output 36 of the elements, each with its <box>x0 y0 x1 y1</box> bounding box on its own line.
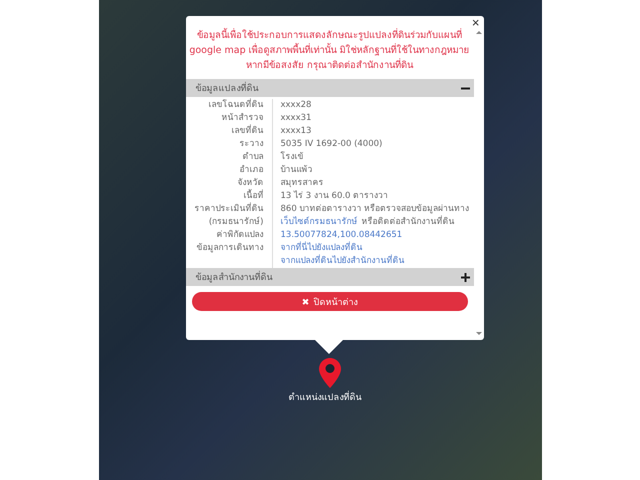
field-label: เลขโฉนดที่ดิน <box>186 99 272 112</box>
field-label: อำเภอ <box>186 164 272 177</box>
field-label: ระวาง <box>186 138 272 151</box>
plus-icon <box>460 272 470 282</box>
field-value: หรือติดต่อสำนักงานที่ดิน <box>362 216 454 229</box>
close-window-button[interactable]: ✖ ปิดหน้าต่าง <box>192 292 468 311</box>
field-value: xxxx28 <box>280 99 312 112</box>
notice-text: ข้อมูลนี้เพื่อใช้ประกอบการแสดงลักษณะรูปแปลงที่ดินร่วมกับแผนที่ google map เพื่อดูสภาพพื้นที่เท่านั้น มิใช่หลักฐานที่ใช้ในทางกฎหมาย หากมีข้อสงสัย กรุณาติดต่อสำนักงานที่ดิน <box>188 28 471 73</box>
section-header[interactable]: ข้อมูลแปลงที่ดิน <box>186 79 474 97</box>
link[interactable]: จากแปลงที่ดินไปยังสำนักงานที่ดิน <box>280 255 404 268</box>
field-label: เนื้อที่ <box>186 190 272 203</box>
section-title: ข้อมูลแปลงที่ดิน <box>196 81 258 95</box>
field-value: xxxx13 <box>280 125 312 138</box>
field-label: ราคาประเมินที่ดิน <box>186 203 272 216</box>
marker-label: ตำแหน่งแปลงที่ดิน <box>288 390 362 404</box>
field-label: (กรมธนารักษ์) <box>186 216 272 229</box>
link[interactable]: 13.50077824,100.08442651 <box>280 229 402 242</box>
field-value: โรงเข้ <box>280 151 304 164</box>
section-header[interactable]: ข้อมูลสำนักงานที่ดิน <box>186 268 474 286</box>
scroll-down-icon[interactable] <box>476 331 482 336</box>
link[interactable]: เว็บไซต์กรมธนารักษ์ <box>280 216 358 229</box>
field-value: 860 บาทต่อตารางวา หรือตรวจสอบข้อมูลผ่านทาง <box>280 203 470 215</box>
field-value: สมุทรสาคร <box>280 177 324 190</box>
field-label: จังหวัด <box>186 177 272 190</box>
field-value: xxxx31 <box>280 112 312 125</box>
field-value: บ้านแพ้ว <box>280 164 312 177</box>
field-label: ค่าพิกัดแปลง <box>186 229 272 242</box>
link[interactable]: จากที่นี่ไปยังแปลงที่ดิน <box>280 242 362 255</box>
scroll-up-icon[interactable] <box>476 30 482 35</box>
field-value: 5035 IV 1692-00 (4000) <box>280 138 382 151</box>
field-label: หน้าสำรวจ <box>186 112 272 125</box>
field-label: เลขที่ดิน <box>186 125 272 138</box>
field-label: ตำบล <box>186 151 272 164</box>
map-pin-icon <box>318 358 340 388</box>
section-title: ข้อมูลสำนักงานที่ดิน <box>196 270 272 284</box>
field-value: 13 ไร่ 3 งาน 60.0 ตารางวา <box>280 190 388 203</box>
